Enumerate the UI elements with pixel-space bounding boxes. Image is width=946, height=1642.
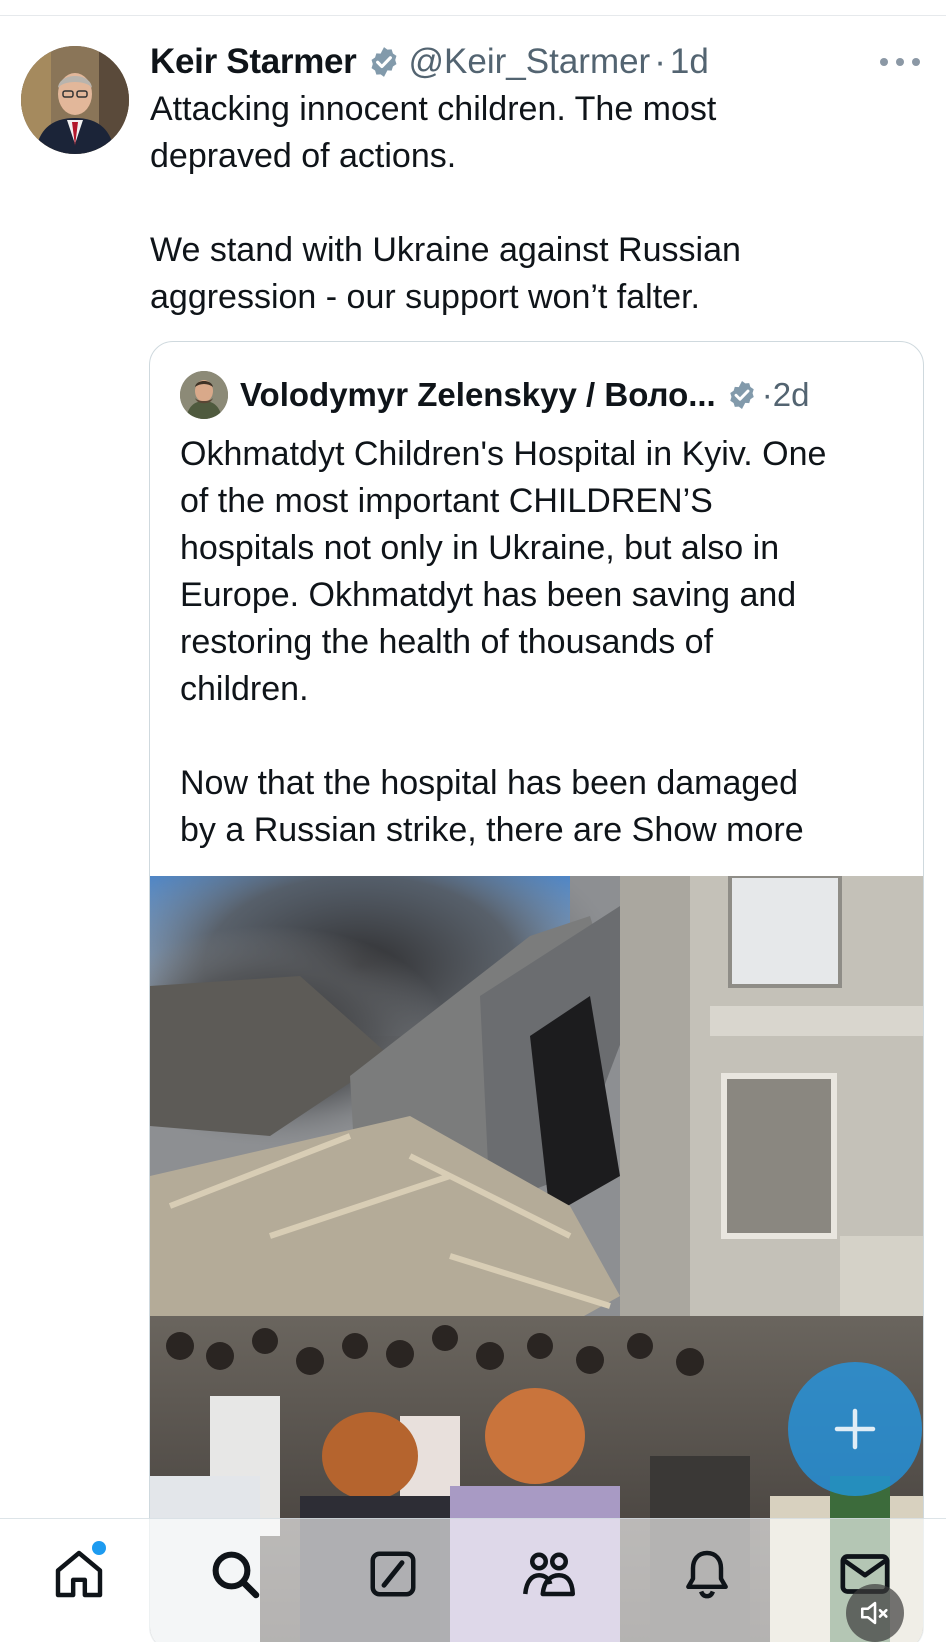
bottom-nav-bar bbox=[0, 1518, 946, 1642]
communities-icon bbox=[523, 1552, 575, 1597]
quoted-post-header: Volodymyr Zelenskyy / Воло... · 2d bbox=[180, 371, 810, 419]
post-timestamp[interactable]: 1d bbox=[670, 42, 709, 82]
nav-notifications[interactable] bbox=[672, 1539, 742, 1609]
post-header: Keir Starmer @Keir_Starmer · 1d bbox=[150, 40, 709, 84]
top-divider bbox=[0, 15, 946, 16]
author-avatar[interactable] bbox=[21, 46, 129, 154]
quoted-post-body: Okhmatdyt Children's Hospital in Kyiv. O… bbox=[180, 435, 827, 849]
home-notification-dot bbox=[92, 1541, 106, 1555]
verified-badge-icon[interactable] bbox=[726, 379, 758, 411]
quoted-post-text: Okhmatdyt Children's Hospital in Kyiv. O… bbox=[180, 431, 900, 854]
plus-icon bbox=[834, 1408, 876, 1450]
author-name[interactable]: Keir Starmer bbox=[150, 42, 357, 82]
notifications-icon bbox=[686, 1550, 728, 1599]
quoted-timestamp[interactable]: 2d bbox=[773, 376, 810, 414]
nav-communities[interactable] bbox=[514, 1539, 584, 1609]
verified-badge-icon[interactable] bbox=[367, 45, 401, 79]
compose-button[interactable] bbox=[788, 1362, 922, 1496]
quoted-author-name[interactable]: Volodymyr Zelenskyy / Воло... bbox=[240, 376, 716, 414]
muted-speaker-icon bbox=[860, 1601, 888, 1625]
video-mute-button[interactable] bbox=[846, 1584, 904, 1642]
header-separator: · bbox=[654, 42, 666, 81]
show-more-link[interactable]: Show more bbox=[632, 811, 804, 849]
more-options-icon[interactable] bbox=[880, 52, 920, 72]
quoted-separator: · bbox=[761, 376, 773, 413]
post-text: Attacking innocent children. The most de… bbox=[150, 90, 741, 316]
grok-icon bbox=[370, 1551, 416, 1597]
quoted-author-avatar[interactable] bbox=[180, 371, 228, 419]
search-icon bbox=[212, 1551, 260, 1599]
nav-search[interactable] bbox=[200, 1539, 270, 1609]
nav-grok[interactable] bbox=[358, 1539, 428, 1609]
author-handle[interactable]: @Keir_Starmer bbox=[409, 42, 651, 82]
